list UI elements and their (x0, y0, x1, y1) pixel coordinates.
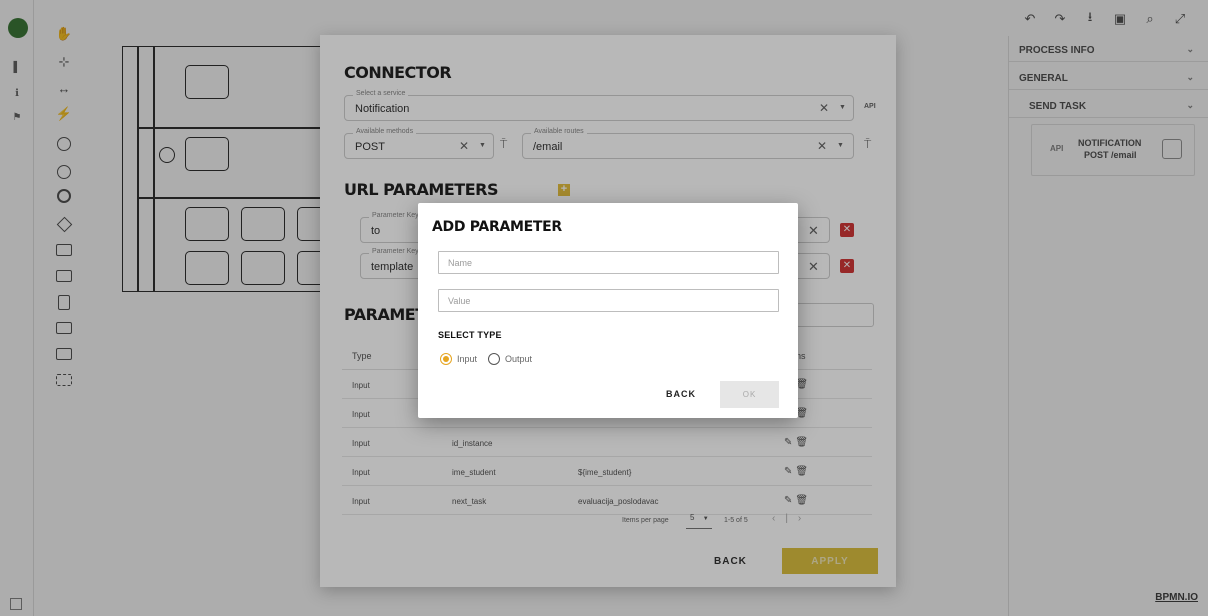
name-input[interactable] (438, 251, 779, 274)
add-parameter-title: ADD PARAMETER (432, 219, 562, 235)
radio-input[interactable]: Input (440, 353, 477, 365)
add-parameter-dialog: ADD PARAMETER SELECT TYPE Input Output B… (418, 203, 798, 418)
radio-input-button[interactable] (440, 353, 452, 365)
radio-output-button[interactable] (488, 353, 500, 365)
radio-input-label: Input (457, 354, 478, 364)
ok-button[interactable]: OK (720, 381, 779, 408)
value-input[interactable] (438, 289, 779, 312)
radio-output[interactable]: Output (488, 353, 532, 365)
modal-back-button[interactable]: BACK (666, 389, 696, 399)
select-type-label: SELECT TYPE (438, 330, 502, 340)
radio-output-label: Output (505, 354, 533, 364)
